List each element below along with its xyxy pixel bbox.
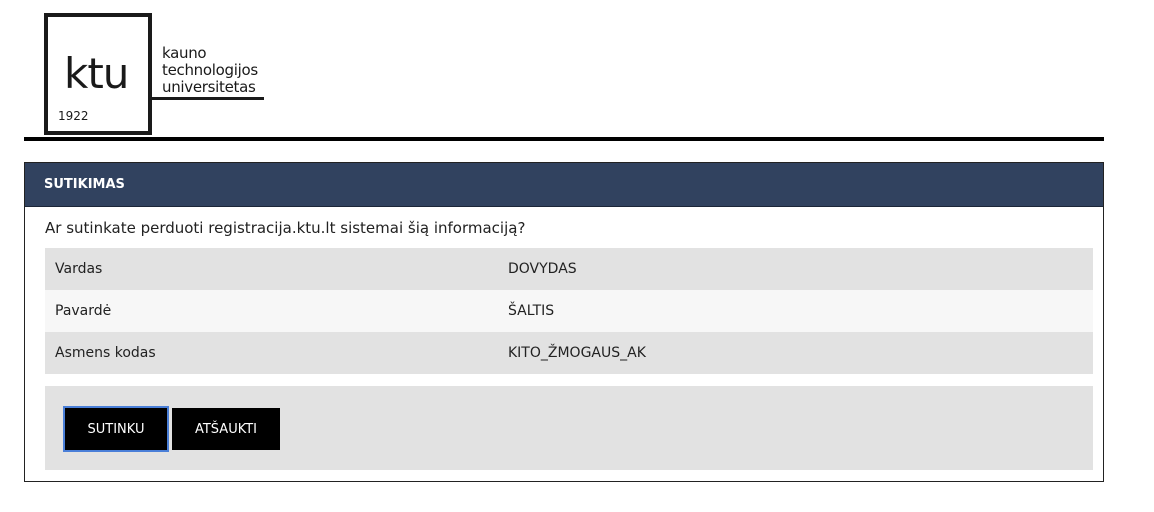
row-value: DOVYDAS [498,248,1093,290]
logo-underline [148,97,264,100]
logo-name-line: universitetas [162,78,256,96]
cancel-button[interactable]: ATŠAUKTI [172,408,280,450]
table-row: Asmens kodas KITO_ŽMOGAUS_AK [45,332,1093,374]
consent-panel: SUTIKIMAS Ar sutinkate perduoti registra… [24,162,1104,482]
action-bar: SUTINKU ATŠAUKTI [45,386,1093,470]
agree-button[interactable]: SUTINKU [63,406,169,452]
ktu-logo: ktu 1922 kauno technologijos universitet… [44,13,274,135]
consent-question: Ar sutinkate perduoti registracija.ktu.l… [45,219,526,237]
row-value: KITO_ŽMOGAUS_AK [498,332,1093,374]
shared-info-table: Vardas DOVYDAS Pavardė ŠALTIS Asmens kod… [45,248,1093,374]
row-label: Pavardė [45,290,498,332]
table-row: Pavardė ŠALTIS [45,290,1093,332]
row-label: Vardas [45,248,498,290]
panel-title: SUTIKIMAS [25,163,1103,207]
row-label: Asmens kodas [45,332,498,374]
row-value: ŠALTIS [498,290,1093,332]
logo-year: 1922 [58,109,89,123]
logo-name-line: technologijos [162,61,258,79]
consent-page: ktu 1922 kauno technologijos universitet… [0,0,1154,512]
logo-name-line: kauno [162,44,207,62]
table-row: Vardas DOVYDAS [45,248,1093,290]
logo-monogram: ktu [64,49,129,98]
header-divider [24,137,1104,141]
logo-frame: ktu 1922 [44,13,152,135]
logo-university-name: kauno technologijos universitetas [162,45,258,96]
